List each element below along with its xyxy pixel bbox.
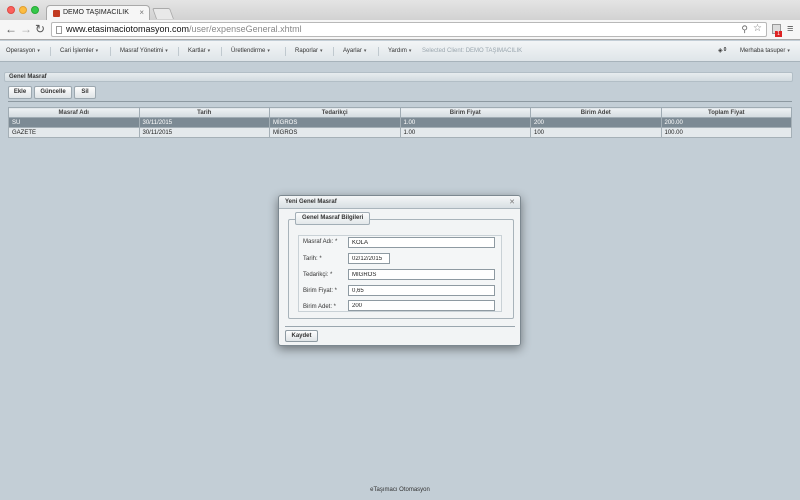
url-text[interactable]: www.etasimaciotomasyon.com/user/expenseG… bbox=[66, 24, 302, 34]
cell-supplier: MİGROS bbox=[269, 127, 401, 138]
column-header-masraf-adi[interactable]: Masraf Adı bbox=[8, 107, 140, 118]
tarih-input[interactable] bbox=[348, 253, 390, 264]
notification-icon[interactable]: ◈0 bbox=[718, 47, 726, 54]
window-zoom-button[interactable] bbox=[31, 6, 39, 14]
cell-total: 100.00 bbox=[660, 127, 792, 138]
favicon-icon bbox=[53, 10, 60, 17]
column-header-tarih[interactable]: Tarih bbox=[138, 107, 270, 118]
save-button[interactable]: Kaydet bbox=[285, 330, 318, 342]
window-close-button[interactable] bbox=[7, 6, 15, 14]
menu-yardim[interactable]: Yardım ▾ bbox=[388, 48, 411, 54]
chevron-down-icon: ▾ bbox=[207, 48, 211, 54]
label-tedarikci: Tedarikçi: * bbox=[303, 272, 333, 278]
forward-icon[interactable]: → bbox=[20, 22, 32, 36]
menu-separator bbox=[285, 47, 286, 56]
chevron-down-icon: ▾ bbox=[267, 48, 270, 54]
label-masraf-adi: Masraf Adı: * bbox=[303, 239, 338, 245]
address-bar[interactable]: www.etasimaciotomasyon.com/user/expenseG… bbox=[51, 22, 767, 37]
masraf-adi-input[interactable] bbox=[348, 237, 495, 248]
browser-toolbar: ← → ↻ www.etasimaciotomasyon.com/user/ex… bbox=[0, 20, 800, 40]
cell-unit-qty: 200 bbox=[530, 117, 662, 128]
tedarikci-input[interactable] bbox=[348, 269, 495, 280]
page-footer: eTaşımacı Otomasyon bbox=[370, 487, 430, 493]
chevron-down-icon: ▾ bbox=[37, 48, 40, 54]
page-icon bbox=[56, 26, 62, 34]
menu-ayarlar[interactable]: Ayarlar ▾ bbox=[343, 48, 366, 54]
birim-fiyat-input[interactable] bbox=[348, 285, 495, 296]
cell-unit-price: 1.00 bbox=[399, 127, 531, 138]
menu-separator bbox=[378, 47, 379, 56]
zoom-icon[interactable]: ⚲ bbox=[741, 24, 748, 35]
reload-icon[interactable]: ↻ bbox=[35, 22, 45, 36]
new-tab-button[interactable] bbox=[151, 8, 175, 19]
table-header-row: Masraf Adı Tarih Tedarikçi Birim Fiyat B… bbox=[8, 107, 792, 118]
cell-name: SU bbox=[8, 117, 140, 128]
label-birim-fiyat: Birim Fiyat: * bbox=[303, 288, 338, 294]
chevron-down-icon: ▾ bbox=[165, 48, 168, 54]
menu-separator bbox=[333, 47, 334, 56]
back-icon[interactable]: ← bbox=[5, 22, 17, 36]
column-header-birim-fiyat[interactable]: Birim Fiyat bbox=[399, 107, 531, 118]
menu-separator bbox=[50, 47, 51, 56]
cell-unit-qty: 100 bbox=[530, 127, 662, 138]
window-minimize-button[interactable] bbox=[19, 6, 27, 14]
menu-icon[interactable]: ≡ bbox=[787, 23, 793, 35]
menu-separator bbox=[110, 47, 111, 56]
dialog-titlebar[interactable]: Yeni Genel Masraf ✕ bbox=[279, 196, 520, 209]
dialog-divider bbox=[285, 326, 515, 327]
cell-unit-price: 1.00 bbox=[399, 117, 531, 128]
update-button[interactable]: Güncelle bbox=[34, 86, 72, 99]
chevron-down-icon: ▾ bbox=[95, 48, 99, 54]
selected-client-label: Selected Client: DEMO TAŞIMACILIK bbox=[422, 48, 523, 54]
add-button[interactable]: Ekle bbox=[8, 86, 32, 99]
label-birim-adet: Birim Adet: * bbox=[303, 304, 337, 310]
menu-kartlar[interactable]: Kartlar ▾ bbox=[188, 48, 210, 54]
table-row[interactable]: SU 30/11/2015 MİGROS 1.00 200 200.00 bbox=[8, 117, 792, 128]
menu-masraf-yonetimi[interactable]: Masraf Yönetimi ▾ bbox=[120, 48, 168, 54]
tab-close-icon[interactable]: × bbox=[139, 8, 144, 17]
cell-supplier: MİGROS bbox=[269, 117, 401, 128]
expense-table: Masraf Adı Tarih Tedarikçi Birim Fiyat B… bbox=[8, 107, 792, 138]
cell-date: 30/11/2015 bbox=[138, 127, 270, 138]
column-header-birim-adet[interactable]: Birim Adet bbox=[530, 107, 662, 118]
chevron-down-icon: ▾ bbox=[408, 48, 412, 54]
column-header-toplam-fiyat[interactable]: Toplam Fiyat bbox=[660, 107, 792, 118]
table-row[interactable]: GAZETE 30/11/2015 MİGROS 1.00 100 100.00 bbox=[8, 127, 792, 138]
menu-separator bbox=[178, 47, 179, 56]
chevron-down-icon: ▾ bbox=[787, 48, 790, 54]
browser-tab-bar: DEMO TAŞIMACILIK × bbox=[0, 0, 800, 21]
cell-date: 30/11/2015 bbox=[138, 117, 270, 128]
close-icon[interactable]: ✕ bbox=[509, 198, 515, 206]
extension-badge: 1 bbox=[775, 31, 782, 37]
toolbar-divider bbox=[8, 101, 792, 102]
app-menubar: Operasyon ▾ Cari İşlemler ▾ Masraf Yönetim… bbox=[0, 41, 800, 62]
menu-cari-islemler[interactable]: Cari İşlemler ▾ bbox=[60, 48, 98, 54]
chevron-down-icon: ▾ bbox=[363, 48, 367, 54]
panel-title: Genel Masraf bbox=[9, 74, 47, 80]
delete-button[interactable]: Sil bbox=[74, 86, 96, 99]
dialog-title: Yeni Genel Masraf bbox=[285, 199, 337, 205]
tab-title: DEMO TAŞIMACILIK bbox=[63, 9, 129, 16]
cell-name: GAZETE bbox=[8, 127, 140, 138]
user-menu[interactable]: Merhaba tasuper ▾ bbox=[740, 48, 790, 54]
menu-raporlar[interactable]: Raporlar ▾ bbox=[295, 48, 323, 54]
browser-tab[interactable]: DEMO TAŞIMACILIK × bbox=[46, 5, 150, 21]
star-icon[interactable]: ☆ bbox=[753, 23, 762, 34]
menu-operasyon[interactable]: Operasyon ▾ bbox=[6, 48, 40, 54]
menu-separator bbox=[221, 47, 222, 56]
cell-total: 200.00 bbox=[660, 117, 792, 128]
column-header-tedarikci[interactable]: Tedarikçi bbox=[269, 107, 401, 118]
birim-adet-input[interactable] bbox=[348, 300, 495, 311]
menu-uretlendirme[interactable]: Üretlendirme ▾ bbox=[231, 48, 270, 54]
panel-header: Genel Masraf bbox=[4, 72, 793, 82]
fieldset-legend[interactable]: Genel Masraf Bilgileri bbox=[295, 212, 371, 225]
notification-count: 0 bbox=[723, 47, 727, 53]
chevron-down-icon: ▾ bbox=[320, 48, 323, 54]
label-tarih: Tarih: * bbox=[303, 256, 322, 262]
